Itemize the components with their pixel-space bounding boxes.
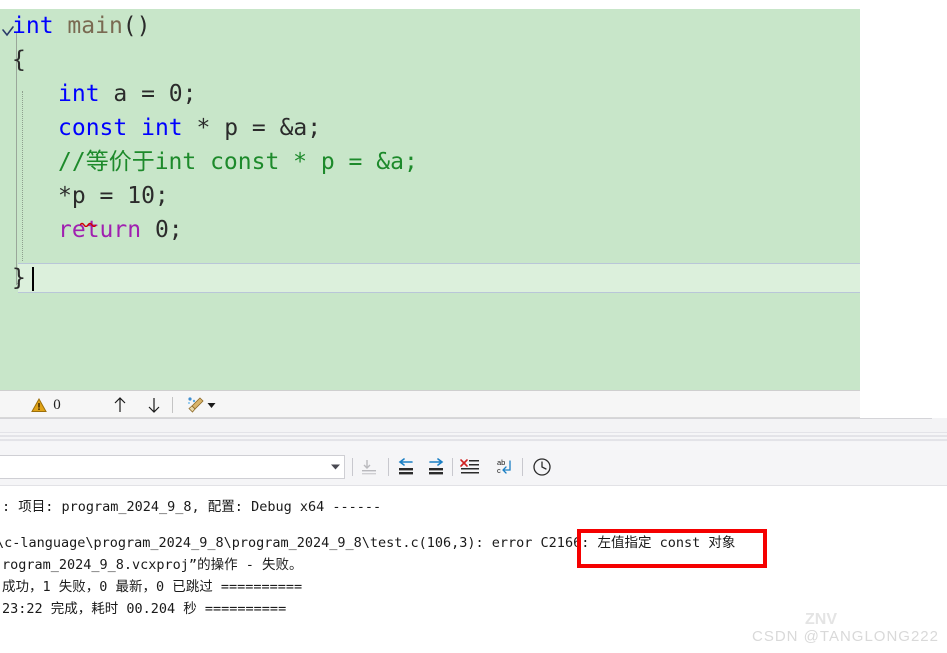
watermark-text: CSDN @TANGLONG222 bbox=[752, 628, 939, 645]
code-token: int bbox=[12, 13, 54, 39]
svg-text:c: c bbox=[497, 466, 501, 475]
output-line: rogram_2024_9_8.vcxproj”的操作 - 失败。 bbox=[2, 557, 303, 573]
cleanup-button[interactable] bbox=[182, 394, 220, 416]
code-line[interactable]: int a = 0; bbox=[0, 77, 860, 111]
clear-all-icon bbox=[460, 459, 479, 474]
splitter-grip-dots[interactable] bbox=[0, 432, 947, 442]
pane-splitter[interactable] bbox=[0, 418, 947, 432]
output-toolbar: ab c bbox=[0, 450, 947, 486]
warning-indicator[interactable]: 0 bbox=[22, 394, 70, 416]
code-line[interactable]: //等价于int const * p = &a; bbox=[0, 145, 860, 179]
code-line[interactable]: { bbox=[0, 43, 860, 77]
output-source-dropdown[interactable] bbox=[0, 455, 345, 479]
toggle-timestamp-icon bbox=[533, 458, 551, 476]
broom-icon bbox=[188, 397, 204, 413]
code-token: //等价于int const * p = &a; bbox=[58, 149, 418, 175]
output-blank-line bbox=[0, 518, 947, 532]
code-token: 0; bbox=[141, 217, 183, 243]
go-to-source-button[interactable] bbox=[358, 456, 382, 478]
navigate-forward-button[interactable] bbox=[424, 456, 448, 478]
navigate-back-button[interactable] bbox=[394, 456, 418, 478]
clear-all-button[interactable] bbox=[458, 456, 482, 478]
editor-top-strip bbox=[0, 0, 860, 9]
warning-count-label: 0 bbox=[53, 396, 61, 413]
toolbar-right-empty-area bbox=[860, 390, 947, 418]
word-wrap-button[interactable]: ab c bbox=[494, 456, 518, 478]
output-line: \c-language\program_2024_9_8\program_202… bbox=[0, 535, 736, 551]
code-line[interactable]: int main() bbox=[0, 9, 860, 43]
error-squiggle-icon bbox=[80, 222, 96, 227]
arrow-up-icon bbox=[114, 397, 126, 412]
toolbar-separator bbox=[172, 397, 173, 413]
code-token: *p = 10; bbox=[58, 183, 169, 209]
code-token: int bbox=[58, 81, 100, 107]
output-text-area[interactable]: : 项目: program_2024_9_8, 配置: Debug x64 --… bbox=[0, 496, 947, 620]
next-item-button[interactable] bbox=[142, 394, 166, 416]
output-toolbar-separator bbox=[352, 458, 353, 476]
navigate-forward-icon bbox=[429, 458, 444, 475]
output-toolbar-underline bbox=[0, 485, 947, 486]
arrow-down-icon bbox=[148, 398, 160, 413]
current-line-highlight bbox=[18, 263, 860, 293]
code-token: { bbox=[12, 47, 26, 73]
navigate-back-icon bbox=[398, 458, 413, 475]
code-line[interactable]: return 0; bbox=[0, 213, 860, 247]
output-toolbar-separator bbox=[388, 458, 389, 476]
code-line[interactable]: *p = 10; bbox=[0, 179, 860, 213]
editor-right-empty-area bbox=[860, 0, 947, 390]
code-token: * p = &a; bbox=[182, 115, 322, 141]
word-wrap-icon: ab c bbox=[497, 458, 511, 475]
output-line: : 项目: program_2024_9_8, 配置: Debug x64 --… bbox=[2, 499, 382, 515]
output-toolbar-separator bbox=[522, 458, 523, 476]
closing-brace-line: } bbox=[12, 265, 26, 291]
code-line[interactable]: const int * p = &a; bbox=[0, 111, 860, 145]
code-token: a = 0; bbox=[99, 81, 197, 107]
warning-triangle-icon bbox=[31, 397, 48, 412]
code-editor[interactable]: int main(){int a = 0; const int * p = &a;… bbox=[0, 0, 860, 390]
collapse-region-chevron-icon[interactable] bbox=[1, 25, 15, 39]
output-line: 成功，1 失败，0 最新，0 已跳过 ========== bbox=[2, 579, 303, 595]
output-toolbar-separator bbox=[452, 458, 453, 476]
code-token: return bbox=[58, 217, 142, 243]
error-message-annotation-box bbox=[577, 529, 767, 568]
splitter-top-border bbox=[0, 418, 932, 419]
code-token: const bbox=[58, 115, 128, 141]
chevron-down-icon bbox=[207, 402, 216, 408]
code-token: int bbox=[141, 115, 183, 141]
editor-status-toolbar: 0 bbox=[0, 390, 860, 418]
toggle-timestamp-button[interactable] bbox=[530, 456, 554, 478]
watermark-mark: ZNV bbox=[805, 611, 837, 628]
code-token: main bbox=[67, 13, 123, 39]
chevron-down-icon[interactable] bbox=[326, 463, 344, 471]
code-surface[interactable]: int main(){int a = 0; const int * p = &a;… bbox=[0, 9, 860, 390]
splitter-lower-band bbox=[0, 442, 947, 450]
go-to-source-icon bbox=[362, 460, 376, 475]
code-token: () bbox=[122, 13, 151, 39]
previous-item-button[interactable] bbox=[108, 394, 132, 416]
text-caret bbox=[32, 267, 34, 291]
code-lines: int main(){int a = 0; const int * p = &a;… bbox=[0, 9, 860, 247]
